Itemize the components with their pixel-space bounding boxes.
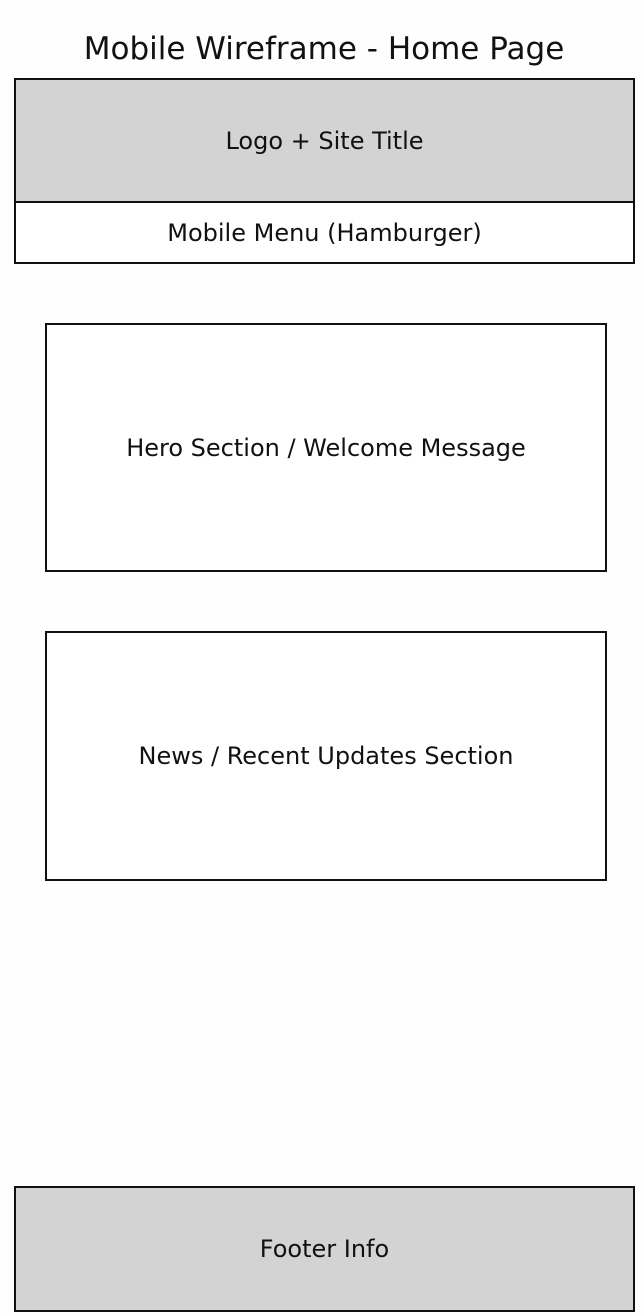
hero-section-block: Hero Section / Welcome Message bbox=[45, 323, 607, 572]
page-title: Mobile Wireframe - Home Page bbox=[83, 31, 565, 67]
news-section-label: News / Recent Updates Section bbox=[138, 742, 514, 770]
mobile-menu-block: Mobile Menu (Hamburger) bbox=[14, 201, 635, 264]
header-block: Logo + Site Title bbox=[14, 78, 635, 204]
header-label: Logo + Site Title bbox=[225, 127, 424, 155]
footer-label: Footer Info bbox=[259, 1235, 390, 1263]
news-section-block: News / Recent Updates Section bbox=[45, 631, 607, 881]
mobile-menu-label: Mobile Menu (Hamburger) bbox=[167, 218, 482, 247]
hero-section-label: Hero Section / Welcome Message bbox=[126, 433, 526, 462]
footer-block: Footer Info bbox=[14, 1186, 635, 1312]
